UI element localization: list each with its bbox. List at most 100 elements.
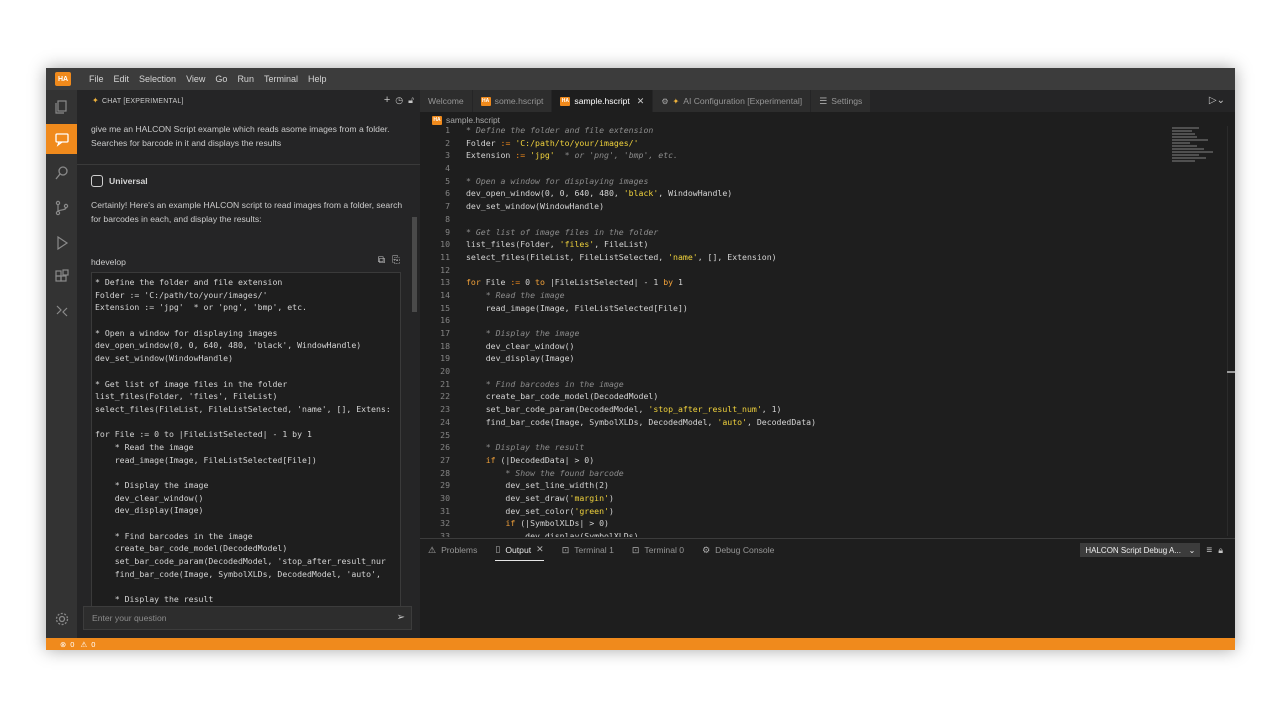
insert-code-icon[interactable]: ⎘ (392, 255, 400, 266)
code-line[interactable]: 2 Folder := 'C:/path/to/your/images/' (420, 138, 1235, 151)
tab-welcome[interactable]: Welcome (420, 90, 473, 112)
warning-count[interactable]: 0 (91, 640, 95, 649)
menu-edit[interactable]: Edit (109, 74, 135, 84)
line-text: select_files(FileList, FileListSelected,… (466, 251, 777, 262)
error-count[interactable]: 0 (70, 640, 74, 649)
panel-tab-output[interactable]: ▯ Output ✕ (495, 539, 544, 561)
menu-view[interactable]: View (181, 74, 210, 84)
code-line[interactable]: 19 dev_display(Image) (420, 353, 1235, 366)
line-number: 13 (440, 277, 450, 288)
history-icon[interactable]: ◷ (395, 95, 403, 106)
menu-go[interactable]: Go (210, 74, 232, 84)
code-line[interactable]: 13 for File := 0 to |FileListSelected| - … (420, 277, 1235, 290)
settings-gear-icon[interactable] (46, 604, 77, 634)
tab-settings[interactable]: ☰ Settings (811, 90, 872, 112)
tab-label: Settings (831, 96, 863, 106)
code-line[interactable]: 4 (420, 163, 1235, 176)
run-debug-icon[interactable] (46, 228, 77, 258)
code-line[interactable]: 1 * Define the folder and file extension (420, 125, 1235, 138)
line-text: create_bar_code_model(DecodedModel) (466, 391, 659, 402)
menu-file[interactable]: File (84, 74, 109, 84)
warning-icon[interactable]: ⚠ (80, 640, 87, 649)
chat-code-line: * Display the image (95, 480, 209, 490)
new-chat-icon[interactable]: + (384, 94, 390, 106)
editor-tabs: Welcome HA some.hscript HA sample.hscrip… (420, 90, 1235, 112)
panel-tab-problems[interactable]: ⚠ Problems (428, 539, 477, 561)
code-line[interactable]: 30 dev_set_draw('margin') (420, 493, 1235, 506)
line-number: 4 (445, 163, 450, 174)
code-line[interactable]: 9 * Get list of image files in the folder (420, 227, 1235, 240)
code-line[interactable]: 33 dev_display(SymbolXLDs) (420, 531, 1235, 537)
copy-icon[interactable]: ⧉ (378, 255, 385, 266)
lock-icon[interactable]: 🔒︎ (1218, 545, 1223, 556)
code-line[interactable]: 15 read_image(Image, FileListSelected[Fi… (420, 303, 1235, 316)
source-control-icon[interactable] (46, 193, 77, 223)
code-line[interactable]: 28 * Show the found barcode (420, 468, 1235, 481)
code-line[interactable]: 31 dev_set_color('green') (420, 506, 1235, 519)
lock-icon[interactable]: 🔓︎ (408, 95, 414, 106)
code-line[interactable]: 5 * Open a window for displaying images (420, 176, 1235, 189)
remote-icon[interactable] (46, 296, 77, 326)
line-text: dev_display(SymbolXLDs) (466, 531, 639, 537)
bottom-panel: ⚠ Problems ▯ Output ✕ ⊡ Terminal 1 ⊡ Ter… (420, 538, 1235, 638)
breadcrumb-file[interactable]: sample.hscript (446, 115, 500, 125)
code-editor[interactable]: 1 * Define the folder and file extension 2… (420, 125, 1235, 537)
code-line[interactable]: 16 (420, 315, 1235, 328)
code-line[interactable]: 6 dev_open_window(0, 0, 640, 480, 'black'… (420, 188, 1235, 201)
code-line[interactable]: 8 (420, 214, 1235, 227)
code-line[interactable]: 20 (420, 366, 1235, 379)
code-line[interactable]: 29 dev_set_line_width(2) (420, 480, 1235, 493)
explorer-icon[interactable] (46, 92, 77, 122)
search-icon[interactable] (46, 158, 77, 188)
chat-code-block[interactable]: * Define the folder and file extension Fo… (91, 272, 401, 607)
code-line[interactable]: 24 find_bar_code(Image, SymbolXLDs, Deco… (420, 417, 1235, 430)
code-line[interactable]: 23 set_bar_code_param(DecodedModel, 'sto… (420, 404, 1235, 417)
chat-panel: ✦ CHAT [EXPERIMENTAL] + ◷ 🔓︎ give me an … (77, 90, 420, 638)
code-line[interactable]: 26 * Display the result (420, 442, 1235, 455)
line-number: 21 (440, 378, 450, 389)
menu-selection[interactable]: Selection (134, 74, 181, 84)
code-line[interactable]: 18 dev_clear_window() (420, 341, 1235, 354)
line-text: dev_open_window(0, 0, 640, 480, 'black',… (466, 188, 733, 199)
code-line[interactable]: 22 create_bar_code_model(DecodedModel) (420, 391, 1235, 404)
panel-tab-terminal-0[interactable]: ⊡ Terminal 0 (632, 539, 684, 561)
code-line[interactable]: 7 dev_set_window(WindowHandle) (420, 201, 1235, 214)
line-text: * Define the folder and file extension (466, 125, 654, 135)
line-text: if (|DecodedData| > 0) (485, 454, 595, 465)
tab-ai-configuration[interactable]: ⚙ ✦ AI Configuration [Experimental] (653, 90, 812, 112)
chat-scrollbar[interactable] (412, 217, 417, 312)
code-line[interactable]: 12 (420, 265, 1235, 278)
output-channel-select[interactable]: HALCON Script Debug A... ⌄ (1080, 543, 1201, 557)
send-icon[interactable]: ➢ (397, 612, 405, 623)
code-line[interactable]: 32 if (|SymbolXLDs| > 0) (420, 518, 1235, 531)
list-filter-icon[interactable]: ≡ (1206, 545, 1212, 556)
extensions-icon[interactable] (46, 262, 77, 292)
chat-icon[interactable] (46, 124, 77, 154)
minimap[interactable] (1172, 126, 1217, 172)
code-line[interactable]: 21 * Find barcodes in the image (420, 379, 1235, 392)
close-icon[interactable]: ✕ (637, 96, 645, 107)
code-line[interactable]: 27 if (|DecodedData| > 0) (420, 455, 1235, 468)
run-script-icon[interactable]: ▷⌄ (1209, 95, 1225, 106)
error-icon[interactable]: ⊗ (60, 640, 66, 649)
code-line[interactable]: 14 * Read the image (420, 290, 1235, 303)
tab-some-hscript[interactable]: HA some.hscript (472, 90, 553, 112)
code-line[interactable]: 25 (420, 430, 1235, 443)
code-line[interactable]: 3 Extension := 'jpg' * or 'png', 'bmp', e… (420, 150, 1235, 163)
halcon-file-icon: HA (560, 96, 571, 106)
code-line[interactable]: 17 * Display the image (420, 328, 1235, 341)
line-text: for File := 0 to |FileListSelected| - 1 … (466, 277, 683, 288)
code-line[interactable]: 11 select_files(FileList, FileListSelecte… (420, 252, 1235, 265)
chat-code-line: find_bar_code(Image, SymbolXLDs, Decoded… (95, 568, 381, 579)
menu-help[interactable]: Help (303, 74, 332, 84)
chat-question-input[interactable]: Enter your question ➢ (83, 606, 412, 630)
panel-tab-debug-console[interactable]: ⚙ Debug Console (702, 539, 774, 561)
close-icon[interactable]: ✕ (536, 544, 544, 555)
code-line[interactable]: 10 list_files(Folder, 'files', FileList) (420, 239, 1235, 252)
tab-sample-hscript[interactable]: HA sample.hscript ✕ (552, 90, 654, 112)
chat-code-line: create_bar_code_model(DecodedModel) (95, 543, 288, 554)
editor-scrollbar[interactable] (1227, 126, 1235, 536)
menu-terminal[interactable]: Terminal (259, 74, 303, 84)
panel-tab-terminal-1[interactable]: ⊡ Terminal 1 (562, 539, 614, 561)
menu-run[interactable]: Run (232, 74, 259, 84)
